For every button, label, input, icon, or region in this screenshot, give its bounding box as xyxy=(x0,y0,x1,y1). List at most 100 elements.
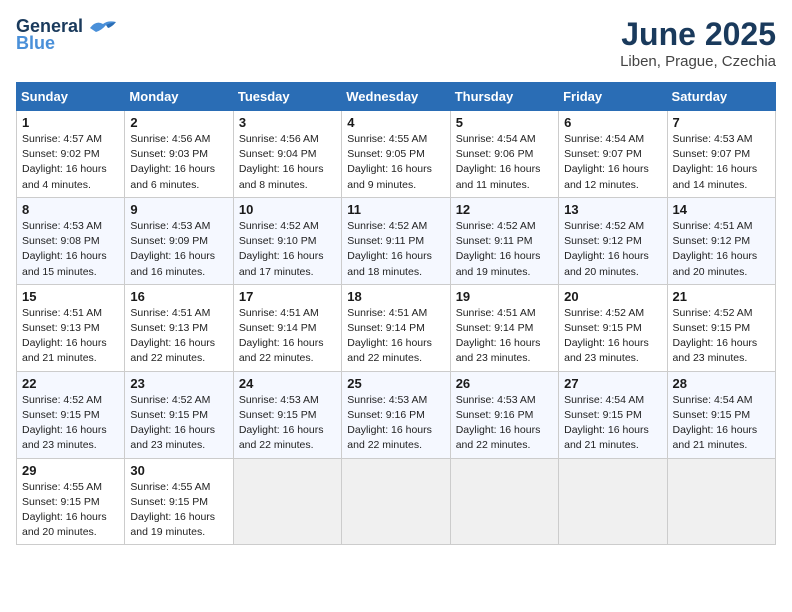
day-info: Sunrise: 4:57 AMSunset: 9:02 PMDaylight:… xyxy=(22,133,107,191)
location-title: Liben, Prague, Czechia xyxy=(620,53,776,70)
day-info: Sunrise: 4:51 AMSunset: 9:14 PMDaylight:… xyxy=(347,307,432,365)
day-number: 1 xyxy=(22,115,119,130)
calendar-cell: 13 Sunrise: 4:52 AMSunset: 9:12 PMDayligh… xyxy=(559,197,667,284)
day-info: Sunrise: 4:55 AMSunset: 9:15 PMDaylight:… xyxy=(130,481,215,539)
logo-text-blue: Blue xyxy=(16,33,55,54)
day-number: 10 xyxy=(239,202,336,217)
month-title: June 2025 xyxy=(620,16,776,53)
day-number: 7 xyxy=(673,115,770,130)
calendar-cell xyxy=(559,458,667,545)
logo-bird-icon xyxy=(88,18,118,36)
day-info: Sunrise: 4:51 AMSunset: 9:12 PMDaylight:… xyxy=(673,220,758,278)
col-saturday: Saturday xyxy=(667,83,775,111)
calendar-cell: 21 Sunrise: 4:52 AMSunset: 9:15 PMDayligh… xyxy=(667,284,775,371)
day-number: 24 xyxy=(239,376,336,391)
calendar-week-2: 8Sunrise: 4:53 AMSunset: 9:08 PMDaylight… xyxy=(17,197,776,284)
calendar-cell: 29 Sunrise: 4:55 AMSunset: 9:15 PMDayligh… xyxy=(17,458,125,545)
col-friday: Friday xyxy=(559,83,667,111)
calendar-cell: 20 Sunrise: 4:52 AMSunset: 9:15 PMDayligh… xyxy=(559,284,667,371)
day-info: Sunrise: 4:51 AMSunset: 9:14 PMDaylight:… xyxy=(456,307,541,365)
col-monday: Monday xyxy=(125,83,233,111)
calendar-cell: 11 Sunrise: 4:52 AMSunset: 9:11 PMDayligh… xyxy=(342,197,450,284)
day-number: 17 xyxy=(239,289,336,304)
calendar-cell: 25 Sunrise: 4:53 AMSunset: 9:16 PMDayligh… xyxy=(342,371,450,458)
calendar-cell: 1 Sunrise: 4:57 AMSunset: 9:02 PMDaylight… xyxy=(17,111,125,198)
day-info: Sunrise: 4:55 AMSunset: 9:15 PMDaylight:… xyxy=(22,481,107,539)
day-number: 20 xyxy=(564,289,661,304)
col-wednesday: Wednesday xyxy=(342,83,450,111)
calendar-week-1: 1 Sunrise: 4:57 AMSunset: 9:02 PMDaylight… xyxy=(17,111,776,198)
day-info: Sunrise: 4:56 AMSunset: 9:04 PMDaylight:… xyxy=(239,133,324,191)
day-number: 13 xyxy=(564,202,661,217)
calendar-cell: 2 Sunrise: 4:56 AMSunset: 9:03 PMDaylight… xyxy=(125,111,233,198)
day-number: 12 xyxy=(456,202,553,217)
calendar-cell xyxy=(450,458,558,545)
calendar-cell: 3 Sunrise: 4:56 AMSunset: 9:04 PMDaylight… xyxy=(233,111,341,198)
day-info: Sunrise: 4:53 AMSunset: 9:16 PMDaylight:… xyxy=(347,394,432,452)
day-number: 16 xyxy=(130,289,227,304)
calendar-cell: 4Sunrise: 4:55 AMSunset: 9:05 PMDaylight… xyxy=(342,111,450,198)
day-info: Sunrise: 4:52 AMSunset: 9:11 PMDaylight:… xyxy=(456,220,541,278)
calendar-cell: 23 Sunrise: 4:52 AMSunset: 9:15 PMDayligh… xyxy=(125,371,233,458)
day-number: 22 xyxy=(22,376,119,391)
day-info: Sunrise: 4:52 AMSunset: 9:15 PMDaylight:… xyxy=(22,394,107,452)
title-block: June 2025 Liben, Prague, Czechia xyxy=(620,16,776,70)
page-header: General Blue June 2025 Liben, Prague, Cz… xyxy=(16,16,776,70)
calendar-header-row: Sunday Monday Tuesday Wednesday Thursday… xyxy=(17,83,776,111)
calendar-cell: 12 Sunrise: 4:52 AMSunset: 9:11 PMDayligh… xyxy=(450,197,558,284)
calendar-cell: 10Sunrise: 4:52 AMSunset: 9:10 PMDayligh… xyxy=(233,197,341,284)
day-number: 19 xyxy=(456,289,553,304)
calendar-table: Sunday Monday Tuesday Wednesday Thursday… xyxy=(16,82,776,545)
calendar-cell: 27 Sunrise: 4:54 AMSunset: 9:15 PMDayligh… xyxy=(559,371,667,458)
col-thursday: Thursday xyxy=(450,83,558,111)
day-info: Sunrise: 4:54 AMSunset: 9:15 PMDaylight:… xyxy=(564,394,649,452)
calendar-cell: 16 Sunrise: 4:51 AMSunset: 9:13 PMDayligh… xyxy=(125,284,233,371)
day-number: 3 xyxy=(239,115,336,130)
calendar-cell: 24 Sunrise: 4:53 AMSunset: 9:15 PMDayligh… xyxy=(233,371,341,458)
calendar-cell: 18 Sunrise: 4:51 AMSunset: 9:14 PMDayligh… xyxy=(342,284,450,371)
calendar-week-4: 22 Sunrise: 4:52 AMSunset: 9:15 PMDayligh… xyxy=(17,371,776,458)
day-info: Sunrise: 4:51 AMSunset: 9:13 PMDaylight:… xyxy=(130,307,215,365)
calendar-cell: 15Sunrise: 4:51 AMSunset: 9:13 PMDayligh… xyxy=(17,284,125,371)
day-info: Sunrise: 4:51 AMSunset: 9:14 PMDaylight:… xyxy=(239,307,324,365)
calendar-cell: 26Sunrise: 4:53 AMSunset: 9:16 PMDayligh… xyxy=(450,371,558,458)
day-number: 30 xyxy=(130,463,227,478)
day-number: 9 xyxy=(130,202,227,217)
calendar-cell: 14 Sunrise: 4:51 AMSunset: 9:12 PMDayligh… xyxy=(667,197,775,284)
day-number: 6 xyxy=(564,115,661,130)
day-number: 2 xyxy=(130,115,227,130)
calendar-cell: 8Sunrise: 4:53 AMSunset: 9:08 PMDaylight… xyxy=(17,197,125,284)
day-info: Sunrise: 4:53 AMSunset: 9:15 PMDaylight:… xyxy=(239,394,324,452)
day-number: 23 xyxy=(130,376,227,391)
calendar-cell xyxy=(233,458,341,545)
day-number: 28 xyxy=(673,376,770,391)
day-number: 25 xyxy=(347,376,444,391)
day-info: Sunrise: 4:52 AMSunset: 9:15 PMDaylight:… xyxy=(673,307,758,365)
calendar-cell: 28Sunrise: 4:54 AMSunset: 9:15 PMDayligh… xyxy=(667,371,775,458)
day-info: Sunrise: 4:54 AMSunset: 9:07 PMDaylight:… xyxy=(564,133,649,191)
calendar-cell: 17 Sunrise: 4:51 AMSunset: 9:14 PMDayligh… xyxy=(233,284,341,371)
col-tuesday: Tuesday xyxy=(233,83,341,111)
col-sunday: Sunday xyxy=(17,83,125,111)
day-number: 18 xyxy=(347,289,444,304)
calendar-cell: 6 Sunrise: 4:54 AMSunset: 9:07 PMDaylight… xyxy=(559,111,667,198)
calendar-cell: 5Sunrise: 4:54 AMSunset: 9:06 PMDaylight… xyxy=(450,111,558,198)
day-info: Sunrise: 4:56 AMSunset: 9:03 PMDaylight:… xyxy=(130,133,215,191)
day-info: Sunrise: 4:52 AMSunset: 9:15 PMDaylight:… xyxy=(130,394,215,452)
day-info: Sunrise: 4:52 AMSunset: 9:12 PMDaylight:… xyxy=(564,220,649,278)
calendar-cell: 7Sunrise: 4:53 AMSunset: 9:07 PMDaylight… xyxy=(667,111,775,198)
day-number: 4 xyxy=(347,115,444,130)
day-number: 14 xyxy=(673,202,770,217)
calendar-week-5: 29 Sunrise: 4:55 AMSunset: 9:15 PMDayligh… xyxy=(17,458,776,545)
day-info: Sunrise: 4:53 AMSunset: 9:08 PMDaylight:… xyxy=(22,220,107,278)
day-info: Sunrise: 4:52 AMSunset: 9:15 PMDaylight:… xyxy=(564,307,649,365)
day-number: 29 xyxy=(22,463,119,478)
day-info: Sunrise: 4:52 AMSunset: 9:11 PMDaylight:… xyxy=(347,220,432,278)
day-info: Sunrise: 4:53 AMSunset: 9:09 PMDaylight:… xyxy=(130,220,215,278)
day-number: 11 xyxy=(347,202,444,217)
day-info: Sunrise: 4:51 AMSunset: 9:13 PMDaylight:… xyxy=(22,307,107,365)
day-number: 27 xyxy=(564,376,661,391)
calendar-cell xyxy=(342,458,450,545)
calendar-cell: 22 Sunrise: 4:52 AMSunset: 9:15 PMDayligh… xyxy=(17,371,125,458)
day-number: 21 xyxy=(673,289,770,304)
